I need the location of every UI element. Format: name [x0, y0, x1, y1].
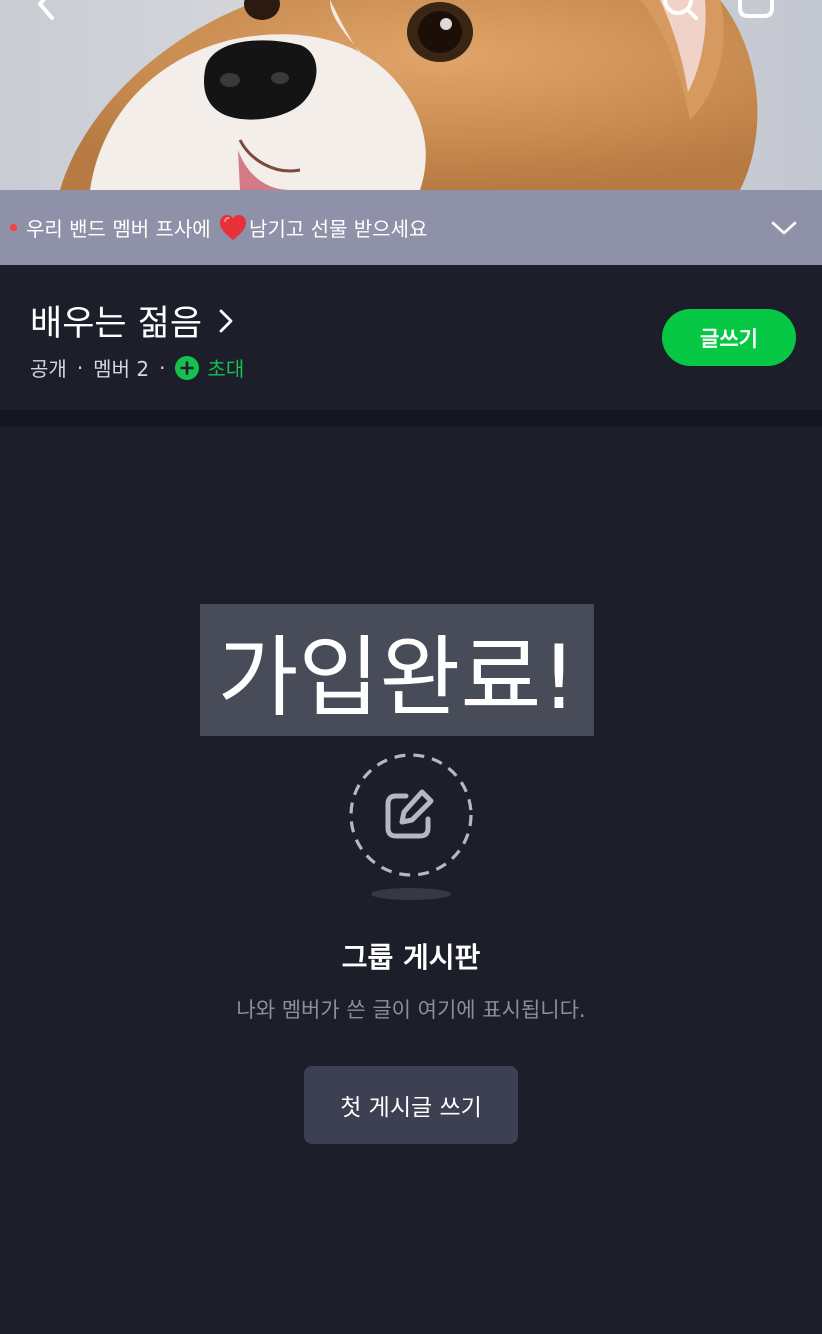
chevron-right-icon: [219, 309, 233, 332]
band-meta: 공개 · 멤버 2 · 초대: [30, 353, 244, 382]
empty-state-description: 나와 멤버가 쓴 글이 여기에 표시됩니다.: [236, 998, 586, 1022]
first-post-button[interactable]: 첫 게시글 쓰기: [304, 1066, 518, 1144]
cover-image: [0, 0, 822, 190]
plus-circle-icon[interactable]: [175, 355, 200, 380]
section-divider: [0, 410, 822, 427]
menu-icon[interactable]: [734, 0, 778, 30]
notice-dot: [10, 224, 17, 231]
edit-icon: [349, 753, 473, 877]
notice-text: 우리 밴드 멤버 프사에 남기고 선물 받으세요: [26, 213, 427, 243]
chevron-down-icon[interactable]: [770, 214, 798, 242]
notice-banner[interactable]: 우리 밴드 멤버 프사에 남기고 선물 받으세요: [0, 190, 822, 265]
icon-shadow: [371, 888, 451, 900]
band-title-link[interactable]: 배우는 젊음: [30, 295, 238, 346]
band-name: 배우는 젊음: [30, 304, 203, 344]
empty-state-title: 그룹 게시판: [341, 941, 481, 974]
join-complete-toast: 가입완료!: [200, 604, 594, 736]
notice-text-before: 우리 밴드 멤버 프사에: [26, 216, 211, 241]
chevron-left-icon[interactable]: [24, 0, 68, 30]
band-visibility: 공개: [30, 357, 67, 381]
search-icon[interactable]: [656, 0, 700, 30]
band-header: 배우는 젊음 공개 · 멤버 2 · 초대 글쓰기: [0, 265, 822, 410]
invite-link[interactable]: 초대: [207, 353, 244, 382]
meta-separator: ·: [159, 355, 166, 380]
notice-text-after: 남기고 선물 받으세요: [249, 216, 428, 241]
write-post-button[interactable]: 글쓰기: [662, 309, 796, 366]
band-member-count[interactable]: 멤버 2: [93, 353, 149, 382]
meta-separator: ·: [76, 355, 84, 380]
heart-icon: [220, 214, 247, 240]
